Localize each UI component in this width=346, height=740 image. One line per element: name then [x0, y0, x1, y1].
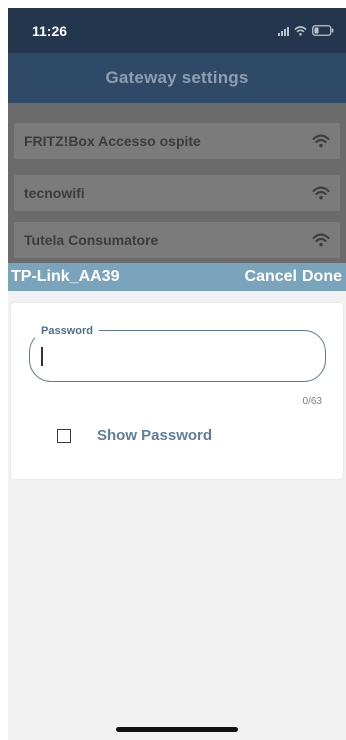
- network-name: Tutela Consumatore: [24, 232, 159, 248]
- cancel-button[interactable]: Cancel: [245, 268, 297, 286]
- show-password-label[interactable]: Show Password: [97, 427, 212, 444]
- selected-ssid: TP-Link_AA39: [11, 268, 120, 285]
- wifi-icon: [312, 134, 330, 148]
- status-bar: 11:26: [8, 8, 346, 53]
- character-counter: 0/63: [302, 396, 322, 407]
- show-password-checkbox[interactable]: [57, 429, 71, 443]
- home-indicator: [116, 727, 238, 732]
- network-name: FRITZ!Box Accesso ospite: [24, 133, 201, 149]
- status-time: 11:26: [32, 22, 68, 39]
- password-label: Password: [41, 325, 93, 337]
- network-row-fritzbox[interactable]: FRITZ!Box Accesso ospite: [14, 123, 340, 159]
- battery-icon: [312, 25, 334, 36]
- background-screen: 11:26 Gateway settings FRITZ!Box Accesso…: [8, 8, 346, 263]
- network-list: FRITZ!Box Accesso ospite tecnowifi Tutel…: [8, 103, 346, 263]
- password-card: Password 0/63 Show Password: [11, 303, 343, 479]
- password-label-wrap: Password: [35, 321, 99, 339]
- wifi-icon: [312, 186, 330, 200]
- network-row-tecnowifi[interactable]: tecnowifi: [14, 175, 340, 211]
- network-row-tutela[interactable]: Tutela Consumatore: [14, 222, 340, 258]
- text-caret: [41, 347, 43, 366]
- status-icons: [278, 25, 334, 36]
- done-button[interactable]: Done: [302, 268, 342, 286]
- signal-icon: [278, 26, 289, 36]
- password-input[interactable]: [41, 343, 311, 369]
- app-screen: 11:26 Gateway settings FRITZ!Box Accesso…: [8, 8, 346, 740]
- network-name: tecnowifi: [24, 185, 85, 201]
- wifi-icon: [294, 25, 307, 36]
- wifi-icon: [312, 233, 330, 247]
- header: Gateway settings: [8, 53, 346, 103]
- page-title: Gateway settings: [105, 68, 249, 87]
- dialog-actions: Cancel Done: [245, 268, 342, 286]
- dialog-title-bar: TP-Link_AA39 Cancel Done: [8, 263, 346, 291]
